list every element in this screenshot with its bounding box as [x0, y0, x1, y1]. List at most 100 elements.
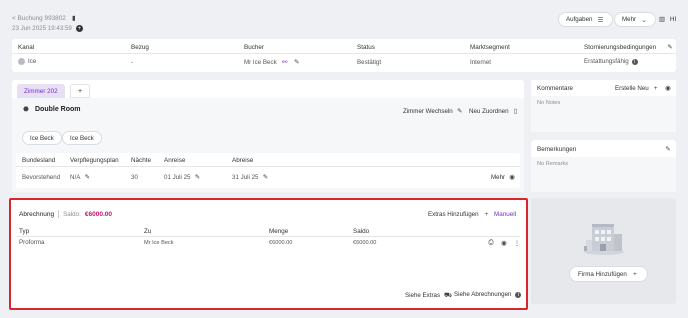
guest-chip[interactable]: Ice Beck — [62, 131, 102, 145]
col-segment: Marktsegment — [470, 44, 510, 51]
bed-icon: ⬣ — [23, 106, 29, 113]
tab-room-202[interactable]: Zimmer 202 — [17, 84, 65, 98]
cart-icon: ⛟ — [444, 291, 453, 299]
add-room-tab[interactable]: + — [70, 84, 90, 98]
see-extras-label: Siehe Extras — [405, 291, 441, 299]
bill-amount: €6000.00 — [269, 240, 293, 246]
change-room-button[interactable]: Zimmer Wechseln ✎ — [403, 107, 464, 116]
see-extras-button[interactable]: Siehe Extras ⛟ — [405, 291, 452, 299]
user-link-icon[interactable]: ⚯ — [281, 58, 289, 66]
pencil-icon[interactable]: ✎ — [293, 58, 301, 66]
user-menu[interactable]: ▥ HI — [658, 15, 677, 24]
col-nights: Nächte — [131, 157, 151, 164]
tasks-button[interactable]: Aufgaben ☰ — [558, 12, 613, 27]
edit-icon[interactable]: ✎ — [666, 43, 674, 51]
building-icon: ▥ — [658, 16, 666, 23]
company-panel: Firma Hinzufügen + — [531, 198, 676, 304]
building-illustration-icon — [584, 224, 624, 255]
reassign-button[interactable]: Neu Zuordnen ▯ — [469, 107, 520, 116]
col-arrival: Anreise — [164, 157, 186, 164]
create-comment-button[interactable]: Erstelle Neu + — [615, 84, 660, 92]
meal-plan-value: N/A ✎ — [70, 173, 91, 182]
divider — [17, 236, 520, 237]
see-bills-label: Siehe Abrechnungen — [454, 291, 512, 298]
guest-name: Ice Beck — [30, 134, 54, 142]
col-type: Typ — [19, 228, 30, 235]
arrival-text: 01 Juli 25 — [164, 173, 191, 181]
breadcrumb[interactable]: < Buchung 993802 ▮ — [12, 14, 78, 23]
booking-date: 23 Jun 2025 19:43:59 — [12, 25, 72, 32]
segment-value: Internet — [470, 59, 491, 66]
edit-icon[interactable]: ✎ — [664, 145, 672, 153]
back-link[interactable]: < Buchung 993802 — [12, 15, 66, 22]
bill-to: Mr Ice Beck — [144, 240, 174, 246]
bill-balance: €6000.00 — [353, 240, 377, 246]
remarks-empty: No Remarks — [537, 161, 569, 167]
add-company-button[interactable]: Firma Hinzufügen + — [569, 266, 648, 282]
eye-icon: ◉ — [509, 174, 515, 181]
reference-value: - — [131, 59, 134, 66]
cancellation-value: Erstattungsfähig i — [584, 58, 638, 65]
info-icon[interactable]: i — [631, 58, 638, 65]
billing-panel: Abrechnung Saldo: €6000.00 Extras Hinzuf… — [9, 198, 528, 310]
guest-chip[interactable]: Ice Beck — [22, 131, 62, 145]
room-type: ⬣ Double Room — [22, 105, 80, 114]
col-cancellation: Stornierungsbedingungen — [584, 44, 657, 51]
chevron-down-icon: ⌄ — [641, 16, 647, 24]
kebab-menu-icon[interactable]: ⋮ — [513, 239, 521, 247]
pencil-icon[interactable]: ✎ — [83, 173, 91, 181]
eye-icon[interactable]: ◉ — [664, 84, 672, 92]
comments-panel: Kommentare Erstelle Neu + ◉ No Notes — [531, 80, 676, 132]
cancellation-text: Erstattungsfähig — [584, 58, 629, 65]
nights-value: 30 — [131, 174, 138, 181]
guest-name: Ice Beck — [70, 134, 94, 142]
add-extras-label: Extras Hinzufügen — [428, 210, 479, 218]
bill-type: Proforma — [19, 239, 45, 246]
col-booker: Bucher — [244, 44, 264, 51]
room-panel: Zimmer 202 + ⬣ Double Room Zimmer Wechse… — [12, 80, 524, 192]
user-initials: HI — [670, 15, 677, 23]
eye-icon[interactable]: ◉ — [500, 239, 508, 247]
see-bills-button[interactable]: Siehe Abrechnungen i — [454, 291, 522, 298]
more-details-button[interactable]: Mehr ◉ — [491, 173, 516, 182]
comments-empty: No Notes — [537, 100, 561, 106]
list-icon: ☰ — [597, 16, 604, 24]
col-to: Zu — [144, 228, 152, 235]
pencil-icon[interactable]: ✎ — [262, 173, 270, 181]
add-room-label: + — [77, 87, 83, 95]
tasks-label: Aufgaben — [566, 16, 593, 23]
comments-title: Kommentare — [537, 85, 574, 92]
add-extras-button[interactable]: Extras Hinzufügen + — [428, 210, 491, 218]
add-circle-icon[interactable]: + — [75, 25, 83, 32]
more-details-label: Mehr — [491, 173, 506, 181]
billing-title: Abrechnung — [19, 210, 55, 218]
col-balance: Saldo — [353, 228, 370, 235]
plus-icon: + — [653, 84, 658, 92]
pencil-icon[interactable]: ✎ — [194, 173, 202, 181]
meal-plan-text: N/A — [70, 173, 81, 181]
col-meal-plan: Verpflegungsplan — [70, 157, 119, 164]
status-value: Bestätigt — [357, 59, 382, 66]
booking-overview: Kanal Bezug Bucher Status Marktsegment S… — [12, 39, 676, 72]
booker-link[interactable]: Mr Ice Beck — [244, 59, 277, 66]
channel-value: Ice — [18, 58, 36, 65]
manual-link[interactable]: Manuell — [494, 211, 516, 218]
booking-date-row: 23 Jun 2025 19:43:59 + — [12, 25, 83, 32]
booker-value: Mr Ice Beck ⚯ ✎ — [244, 58, 301, 67]
add-company-label: Firma Hinzufügen — [578, 270, 627, 278]
reassign-label: Neu Zuordnen — [469, 107, 509, 115]
divider — [16, 166, 520, 167]
more-button[interactable]: Mehr ⌄ — [614, 12, 657, 27]
divider — [58, 210, 60, 218]
channel-text: Ice — [28, 58, 37, 65]
create-comment-label: Erstelle Neu — [615, 84, 649, 92]
state-value: Bevorstehend — [22, 174, 61, 181]
col-status: Status — [357, 44, 375, 51]
print-icon[interactable]: ⎙ — [487, 239, 495, 247]
col-channel: Kanal — [18, 44, 35, 51]
remarks-panel: Bemerkungen ✎ No Remarks — [531, 140, 676, 192]
copy-icon[interactable]: ▮ — [70, 14, 78, 22]
arrival-value: 01 Juli 25 ✎ — [164, 173, 202, 182]
billing-title-row: Abrechnung Saldo: €6000.00 — [19, 210, 112, 218]
door-icon: ▯ — [513, 108, 518, 115]
